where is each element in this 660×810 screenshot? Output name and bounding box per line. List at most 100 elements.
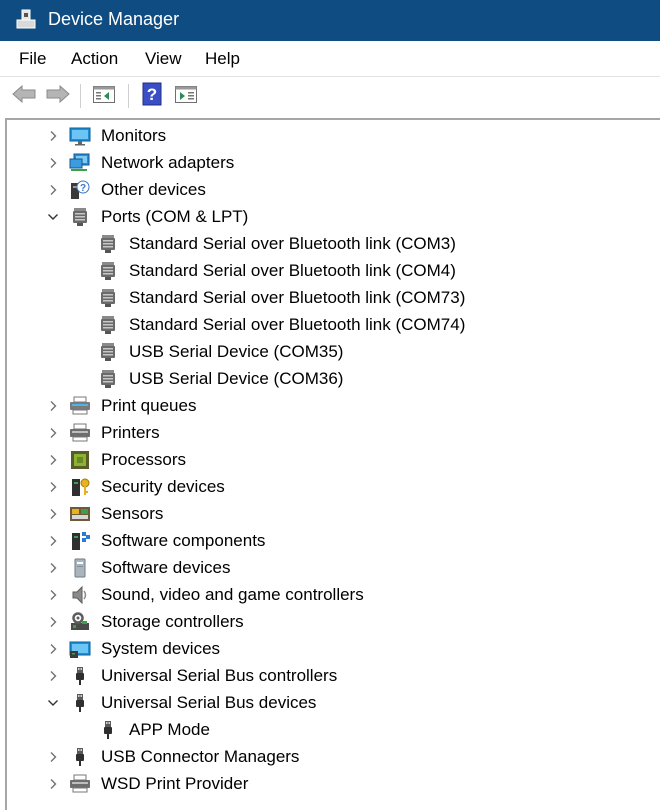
port-icon <box>97 261 119 281</box>
tree-item-printers[interactable]: Printers <box>7 419 647 446</box>
chevron-right-icon[interactable] <box>45 527 61 554</box>
svg-text:?: ? <box>147 85 157 104</box>
arrow-left-icon <box>11 83 37 110</box>
tree-item-label: Software components <box>101 531 266 550</box>
port-icon <box>97 288 119 308</box>
menu-bar: File Action View Help <box>0 41 660 76</box>
tree-item-software-devices[interactable]: Software devices <box>7 554 647 581</box>
help-button[interactable]: ? <box>138 82 166 111</box>
tree-item-label: Security devices <box>101 477 225 496</box>
chevron-right-icon[interactable] <box>45 500 61 527</box>
show-hide-console-tree-button[interactable] <box>90 83 118 109</box>
chevron-right-icon[interactable] <box>45 581 61 608</box>
storage-controller-icon <box>69 612 91 632</box>
tree-item-monitors[interactable]: Monitors <box>7 122 647 149</box>
tree-item-standard-serial-over-bluetooth-link-com3[interactable]: Standard Serial over Bluetooth link (COM… <box>7 230 647 257</box>
usb-icon <box>69 666 91 686</box>
tree-item-usb-serial-device-com36[interactable]: USB Serial Device (COM36) <box>7 365 647 392</box>
menu-action[interactable]: Action <box>71 49 118 69</box>
usb-icon <box>69 693 91 713</box>
chevron-right-icon[interactable] <box>45 122 61 149</box>
tree-item-label: Ports (COM & LPT) <box>101 207 249 226</box>
printer-icon <box>69 774 91 794</box>
toolbar: ? <box>0 76 660 115</box>
tree-item-standard-serial-over-bluetooth-link-com73[interactable]: Standard Serial over Bluetooth link (COM… <box>7 284 647 311</box>
tree-item-label: Sensors <box>101 504 164 523</box>
processor-icon <box>69 450 91 470</box>
tree-item-standard-serial-over-bluetooth-link-com4[interactable]: Standard Serial over Bluetooth link (COM… <box>7 257 647 284</box>
port-icon <box>97 369 119 389</box>
tree-item-storage-controllers[interactable]: Storage controllers <box>7 608 647 635</box>
port-icon <box>97 315 119 335</box>
tree-item-software-components[interactable]: Software components <box>7 527 647 554</box>
chevron-right-icon[interactable] <box>45 635 61 662</box>
title-bar: Device Manager <box>0 0 660 41</box>
console-tree-icon <box>92 84 116 109</box>
chevron-right-icon[interactable] <box>45 743 61 770</box>
tree-item-ports-com-lpt[interactable]: Ports (COM & LPT) <box>7 203 647 230</box>
chevron-right-icon[interactable] <box>45 392 61 419</box>
arrow-right-icon <box>45 83 71 110</box>
tree-item-standard-serial-over-bluetooth-link-com74[interactable]: Standard Serial over Bluetooth link (COM… <box>7 311 647 338</box>
tree-item-label: USB Connector Managers <box>101 747 300 766</box>
chevron-right-icon[interactable] <box>45 770 61 797</box>
chevron-right-icon[interactable] <box>45 176 61 203</box>
svg-text:?: ? <box>80 183 86 194</box>
tree-item-usb-connector-managers[interactable]: USB Connector Managers <box>7 743 647 770</box>
show-hide-action-pane-button[interactable] <box>172 83 200 109</box>
software-device-icon <box>69 558 91 578</box>
tree-item-universal-serial-bus-controllers[interactable]: Universal Serial Bus controllers <box>7 662 647 689</box>
security-device-icon <box>69 477 91 497</box>
tree-item-system-devices[interactable]: System devices <box>7 635 647 662</box>
tree-item-label: Network adapters <box>101 153 235 172</box>
tree-item-label: Print queues <box>101 396 197 415</box>
speaker-icon <box>69 585 91 605</box>
tree-item-other-devices[interactable]: ? Other devices <box>7 176 647 203</box>
forward-button[interactable] <box>44 83 72 109</box>
chevron-right-icon[interactable] <box>45 662 61 689</box>
tree-item-wsd-print-provider[interactable]: WSD Print Provider <box>7 770 647 797</box>
chevron-right-icon[interactable] <box>45 554 61 581</box>
toolbar-separator <box>80 84 81 108</box>
tree-item-sensors[interactable]: Sensors <box>7 500 647 527</box>
printer-icon <box>69 423 91 443</box>
usb-icon <box>97 720 119 740</box>
menu-file[interactable]: File <box>19 49 46 69</box>
tree-item-label: Standard Serial over Bluetooth link (COM… <box>129 261 456 280</box>
network-adapter-icon <box>69 153 91 173</box>
software-component-icon <box>69 531 91 551</box>
tree-item-label: USB Serial Device (COM36) <box>129 369 344 388</box>
chevron-right-icon[interactable] <box>45 149 61 176</box>
chevron-right-icon[interactable] <box>45 446 61 473</box>
usb-icon <box>69 747 91 767</box>
device-manager-app-icon <box>15 8 37 35</box>
tree-item-usb-serial-device-com35[interactable]: USB Serial Device (COM35) <box>7 338 647 365</box>
tree-item-network-adapters[interactable]: Network adapters <box>7 149 647 176</box>
tree-item-label: Processors <box>101 450 187 469</box>
monitor-icon <box>69 126 91 146</box>
chevron-right-icon[interactable] <box>45 608 61 635</box>
menu-view[interactable]: View <box>145 49 182 69</box>
tree-item-sound-video-and-game-controllers[interactable]: Sound, video and game controllers <box>7 581 647 608</box>
chevron-down-icon[interactable] <box>45 689 61 716</box>
tree-item-label: Printers <box>101 423 160 442</box>
tree-item-label: Universal Serial Bus controllers <box>101 666 338 685</box>
chevron-down-icon[interactable] <box>45 203 61 230</box>
window-title: Device Manager <box>48 9 180 29</box>
tree-item-processors[interactable]: Processors <box>7 446 647 473</box>
tree-item-label: Standard Serial over Bluetooth link (COM… <box>129 234 456 253</box>
tree-item-label: Standard Serial over Bluetooth link (COM… <box>129 315 466 334</box>
tree-item-label: USB Serial Device (COM35) <box>129 342 344 361</box>
tree-item-label: Universal Serial Bus devices <box>101 693 317 712</box>
back-button[interactable] <box>10 83 38 109</box>
tree-item-universal-serial-bus-devices[interactable]: Universal Serial Bus devices <box>7 689 647 716</box>
tree-item-app-mode[interactable]: APP Mode <box>7 716 647 743</box>
menu-help[interactable]: Help <box>205 49 240 69</box>
tree-item-security-devices[interactable]: Security devices <box>7 473 647 500</box>
tree-item-label: System devices <box>101 639 221 658</box>
tree-item-print-queues[interactable]: Print queues <box>7 392 647 419</box>
help-icon: ? <box>141 82 163 111</box>
chevron-right-icon[interactable] <box>45 473 61 500</box>
chevron-right-icon[interactable] <box>45 419 61 446</box>
port-icon <box>69 207 91 227</box>
